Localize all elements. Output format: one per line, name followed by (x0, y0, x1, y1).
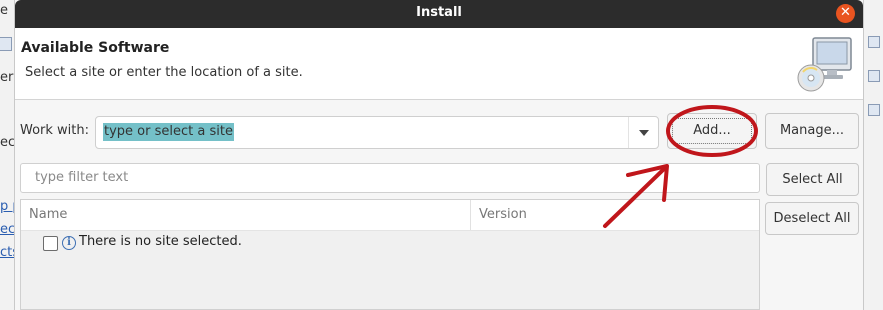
bg-toolbar-icon (868, 104, 880, 116)
page-description: Select a site or enter the location of a… (25, 65, 303, 80)
bg-text-fragment: ect (0, 135, 15, 150)
close-icon[interactable]: ✕ (836, 4, 855, 23)
chevron-down-icon[interactable] (628, 117, 658, 148)
deselect-all-button[interactable]: Deselect All (765, 202, 859, 235)
info-icon: i (62, 236, 76, 250)
dialog-banner: Available Software Select a site or ente… (15, 28, 863, 100)
software-table: Name Version i There is no site selected… (20, 199, 760, 310)
background-ide-left: e er ect p pr ec cts (0, 0, 15, 310)
column-divider[interactable] (470, 200, 471, 230)
column-header-version[interactable]: Version (479, 207, 527, 222)
bg-link-fragment: p pr (0, 199, 15, 214)
bg-text-fragment: e (0, 3, 8, 18)
filter-input[interactable]: type filter text (20, 163, 760, 193)
dialog-title: Install (416, 5, 462, 20)
select-all-button[interactable]: Select All (766, 163, 859, 196)
manage-sites-button[interactable]: Manage... (765, 113, 859, 149)
bg-toolbar-icon (0, 37, 12, 51)
work-with-combobox[interactable]: type or select a site (95, 116, 659, 149)
bg-link-fragment: ec (0, 222, 15, 237)
install-software-icon (797, 37, 852, 92)
dialog-titlebar[interactable]: Install ✕ (15, 0, 863, 28)
install-dialog: Install ✕ Available Software Select a si… (14, 0, 864, 310)
table-header: Name Version (21, 200, 759, 231)
focus-ring (672, 118, 752, 144)
add-site-button[interactable]: Add... (667, 113, 757, 149)
bg-toolbar-icon (868, 36, 880, 48)
background-ide-right (864, 0, 883, 310)
work-with-input[interactable]: type or select a site (103, 123, 234, 141)
bg-toolbar-icon (868, 70, 880, 82)
page-title: Available Software (21, 40, 170, 56)
row-checkbox[interactable] (43, 236, 58, 251)
row-text: There is no site selected. (79, 234, 242, 249)
work-with-label: Work with: (20, 123, 90, 138)
bg-link-fragment: cts (0, 245, 15, 260)
column-header-name[interactable]: Name (29, 207, 67, 222)
table-row[interactable]: i There is no site selected. (21, 231, 759, 255)
bg-text-fragment: er (0, 70, 14, 85)
